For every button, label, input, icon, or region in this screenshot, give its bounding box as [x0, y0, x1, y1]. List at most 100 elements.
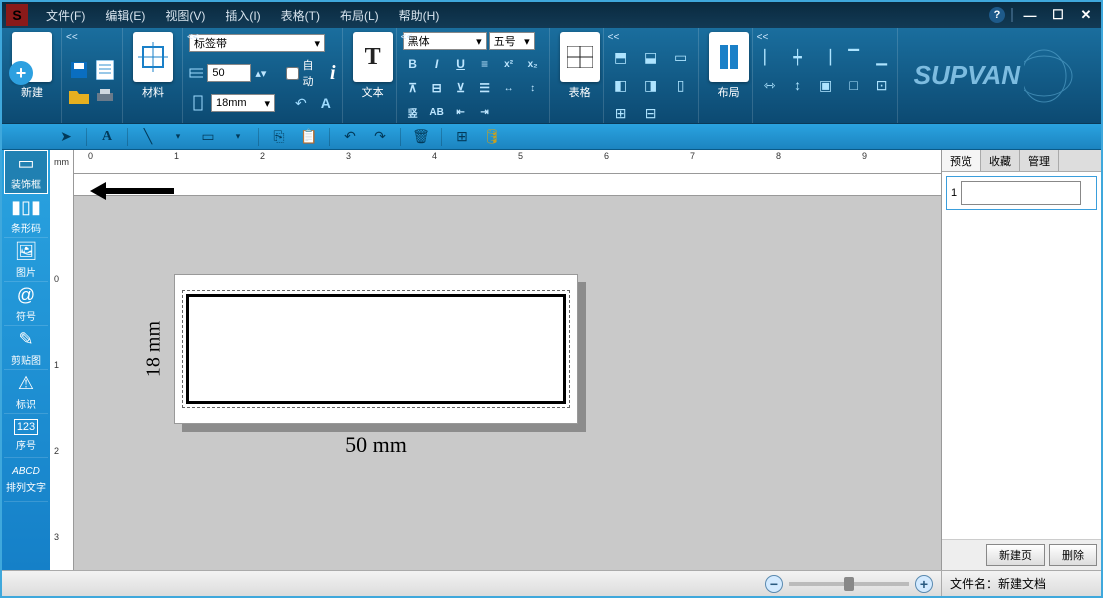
indent-dec-icon[interactable]: ⇤	[451, 102, 471, 122]
vert-text-icon[interactable]: 竖	[403, 102, 423, 122]
line-drop-icon[interactable]: ▾	[168, 127, 188, 147]
zoom-slider[interactable]	[789, 582, 909, 586]
rect-tool-icon[interactable]: ▭	[198, 127, 218, 147]
align-top-obj-icon[interactable]: ▔	[843, 46, 865, 68]
rotate-left-icon[interactable]: ↶	[295, 95, 307, 112]
text-button[interactable]: T 文本	[349, 32, 397, 100]
text-direction-icon[interactable]: A	[321, 95, 331, 111]
clipart-tool[interactable]: ✎ 剪贴图	[4, 326, 48, 370]
arrange-tool[interactable]: ABCD 排列文字	[4, 458, 48, 502]
barcode-tool[interactable]: ▮▯▮ 条形码	[4, 194, 48, 238]
bring-front-icon[interactable]: ▣	[815, 74, 837, 96]
redo-icon[interactable]: ↷	[370, 127, 390, 147]
paste-icon[interactable]: 📋	[299, 127, 319, 147]
htext-icon[interactable]: AB	[427, 102, 447, 122]
mark-tool[interactable]: ⚠ 标识	[4, 370, 48, 414]
delete-icon[interactable]: 🗑	[411, 127, 431, 147]
newpage-button[interactable]: 新建页	[986, 544, 1045, 566]
menu-file[interactable]: 文件(F)	[36, 7, 95, 24]
char-spacing-icon[interactable]: ↔	[499, 78, 519, 98]
table-button[interactable]: 表格	[556, 32, 604, 100]
document-icon[interactable]	[94, 59, 116, 81]
bold-icon[interactable]: B	[403, 54, 423, 74]
line-spacing-icon[interactable]: ↕	[523, 78, 543, 98]
merge-cells-icon[interactable]: ⊞	[610, 102, 632, 124]
page-thumbnail[interactable]: 1	[946, 176, 1097, 210]
zoom-in-button[interactable]: +	[915, 575, 933, 593]
maximize-button[interactable]: ☐	[1047, 7, 1069, 23]
tab-manage[interactable]: 管理	[1020, 150, 1059, 171]
text-tool-icon[interactable]: A	[97, 127, 117, 147]
insert-row-above-icon[interactable]: ⬒	[610, 46, 632, 68]
dist-h-icon[interactable]: ⇿	[759, 74, 781, 96]
symbol-tool[interactable]: @ 符号	[4, 282, 48, 326]
close-button[interactable]: ✕	[1075, 7, 1097, 23]
collapse-icon[interactable]: <<	[66, 32, 78, 43]
group-icon[interactable]: ⊡	[871, 74, 893, 96]
material-button[interactable]: 材料	[129, 32, 177, 100]
auto-check[interactable]	[286, 67, 299, 80]
align-middle-icon[interactable]: ⊟	[427, 78, 447, 98]
new-button[interactable]: + 新建	[8, 32, 56, 100]
print-icon[interactable]	[94, 85, 116, 107]
collapse-icon[interactable]: <<	[757, 32, 769, 43]
align-left-obj-icon[interactable]: ▏	[759, 46, 781, 68]
delete-row-icon[interactable]: ▭	[670, 46, 692, 68]
tab-collect[interactable]: 收藏	[981, 150, 1020, 171]
insert-col-right-icon[interactable]: ◨	[640, 74, 662, 96]
copy-icon[interactable]: ⎘	[269, 127, 289, 147]
collapse-icon[interactable]: <<	[608, 32, 620, 43]
info-icon[interactable]: i	[330, 62, 336, 85]
image-tool[interactable]: 🖼 图片	[4, 238, 48, 282]
underline-icon[interactable]: U	[451, 54, 471, 74]
align-left-icon[interactable]: ≡	[475, 54, 495, 74]
canvas[interactable]: 18 mm 50 mm	[74, 174, 941, 570]
menu-edit[interactable]: 编辑(E)	[95, 7, 155, 24]
send-back-icon[interactable]: □	[843, 74, 865, 96]
grid-icon[interactable]: ⊞	[452, 127, 472, 147]
rect-drop-icon[interactable]: ▾	[228, 127, 248, 147]
height-combo[interactable]: 18mm▾	[211, 94, 275, 112]
help-icon[interactable]: ?	[989, 7, 1005, 23]
zoom-out-button[interactable]: −	[765, 575, 783, 593]
italic-icon[interactable]: I	[427, 54, 447, 74]
menu-layout[interactable]: 布局(L)	[330, 7, 389, 24]
folder-icon[interactable]	[68, 85, 90, 107]
database-icon[interactable]: 🛢	[482, 127, 502, 147]
delete-col-icon[interactable]: ▯	[670, 74, 692, 96]
justify-icon[interactable]: ☰	[475, 78, 495, 98]
save-icon[interactable]	[68, 59, 90, 81]
menu-insert[interactable]: 插入(I)	[215, 7, 270, 24]
width-input[interactable]	[207, 64, 251, 82]
font-combo[interactable]: 黑体▾	[403, 32, 487, 50]
serial-tool[interactable]: 123 序号	[4, 414, 48, 458]
superscript-icon[interactable]: x²	[499, 54, 519, 74]
align-top-icon[interactable]: ⊼	[403, 78, 423, 98]
split-cells-icon[interactable]: ⊟	[640, 102, 662, 124]
align-center-obj-icon[interactable]: ┿	[787, 46, 809, 68]
subscript-icon[interactable]: x₂	[523, 54, 543, 74]
undo-icon[interactable]: ↶	[340, 127, 360, 147]
collapse-icon[interactable]: <<	[187, 32, 199, 43]
tab-preview[interactable]: 预览	[942, 150, 981, 171]
dist-v-icon[interactable]: ↕	[787, 74, 809, 96]
label-object[interactable]: 18 mm 50 mm	[174, 274, 578, 424]
deletepage-button[interactable]: 删除	[1049, 544, 1097, 566]
collapse-icon[interactable]: <<	[401, 32, 413, 43]
fontsize-combo[interactable]: 五号▾	[489, 32, 535, 50]
align-bottom-icon[interactable]: ⊻	[451, 78, 471, 98]
menu-table[interactable]: 表格(T)	[271, 7, 330, 24]
menu-view[interactable]: 视图(V)	[155, 7, 215, 24]
minimize-button[interactable]: —	[1019, 7, 1041, 23]
line-tool-icon[interactable]: ╲	[138, 127, 158, 147]
align-right-obj-icon[interactable]: ▕	[815, 46, 837, 68]
insert-col-left-icon[interactable]: ◧	[610, 74, 632, 96]
tape-type-combo[interactable]: 标签带▾	[189, 34, 325, 52]
menu-help[interactable]: 帮助(H)	[389, 7, 450, 24]
pointer-icon[interactable]: ➤	[56, 127, 76, 147]
frame-tool[interactable]: ▭ 装饰框	[4, 150, 48, 194]
insert-row-below-icon[interactable]: ⬓	[640, 46, 662, 68]
indent-inc-icon[interactable]: ⇥	[475, 102, 495, 122]
align-bottom-obj-icon[interactable]: ▁	[871, 46, 893, 68]
layout-button[interactable]: 布局	[705, 32, 753, 100]
